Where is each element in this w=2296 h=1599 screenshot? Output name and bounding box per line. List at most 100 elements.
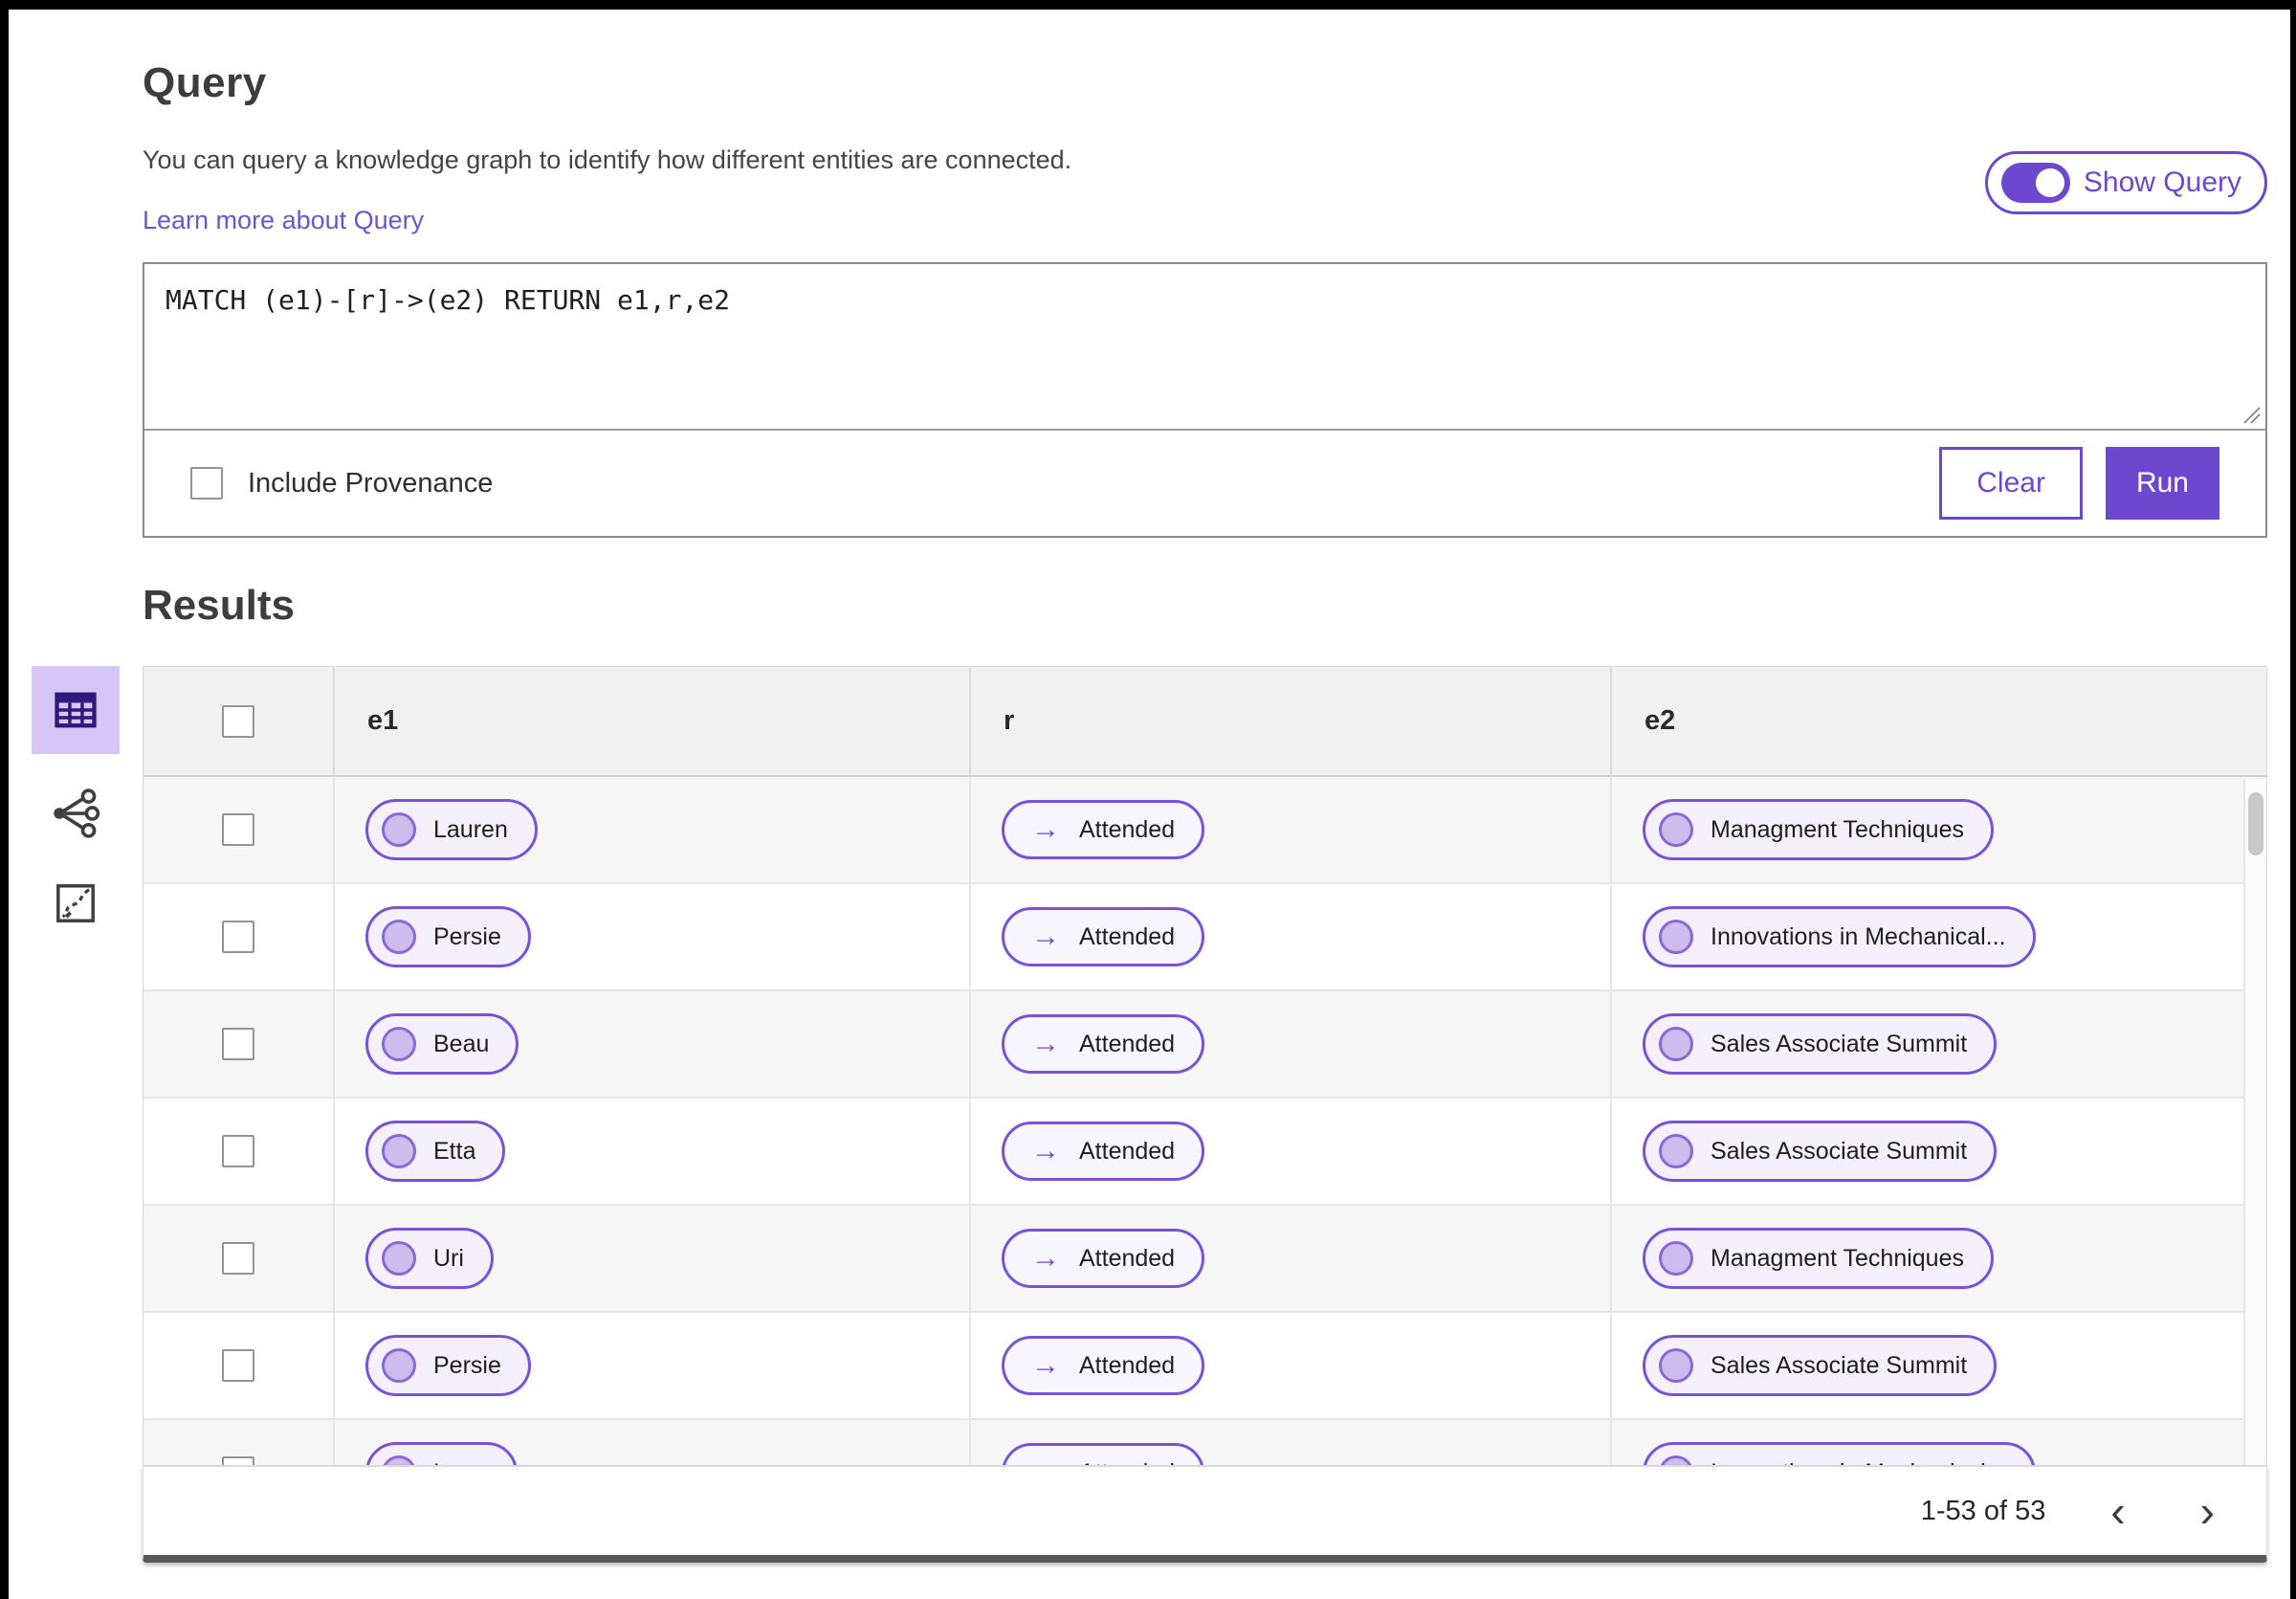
relation-label: Attended (1079, 815, 1176, 843)
query-editor: MATCH (e1)-[r]->(e2) RETURN e1,r,e2 (144, 264, 2265, 431)
show-query-toggle[interactable]: Show Query (1984, 151, 2267, 214)
entity-label: Persie (433, 922, 501, 950)
select-all-checkbox[interactable] (222, 704, 254, 738)
relation-pill[interactable]: → Attended (1002, 1229, 1205, 1288)
entity-label: Innovations in Mechanical... (1711, 922, 2006, 950)
entity-pill[interactable]: Etta (365, 1121, 506, 1182)
entity-label: Sales Associate Summit (1711, 1351, 1968, 1379)
table-row: Beau → Attended Sales Associate Summit (144, 991, 2266, 1099)
arrow-right-icon: → (1031, 1242, 1060, 1274)
row-checkbox[interactable] (222, 1028, 254, 1060)
relation-label: Attended (1079, 1244, 1176, 1272)
toggle-knob (2035, 168, 2064, 197)
learn-more-link[interactable]: Learn more about Query (143, 206, 424, 235)
row-checkbox[interactable] (222, 1135, 254, 1167)
entity-label: Etta (433, 1137, 476, 1165)
run-button[interactable]: Run (2105, 447, 2219, 520)
table-row: Persie → Attended Innovations in Mechanic… (144, 884, 2266, 991)
entity-node-icon (1659, 1027, 1693, 1061)
entity-node-icon (382, 1027, 416, 1061)
entity-label: Persie (433, 1351, 501, 1379)
entity-label: Managment Techniques (1711, 1244, 1964, 1272)
table-row: Persie → Attended Sales Associate Summit (144, 1313, 2266, 1420)
entity-node-icon (1659, 812, 1693, 847)
entity-pill[interactable]: Sales Associate Summit (1643, 1013, 1998, 1075)
table-icon (55, 692, 97, 728)
entity-label: Sales Associate Summit (1711, 1137, 1968, 1165)
row-checkbox[interactable] (222, 1456, 254, 1465)
entity-node-icon (382, 1348, 416, 1383)
entity-pill[interactable]: Innovations in Mechanical... (1643, 906, 2036, 967)
entity-label: Sales Associate Summit (1711, 1030, 1968, 1057)
chevron-right-icon[interactable]: › (2191, 1489, 2224, 1533)
entity-pill[interactable]: Innovations in Mechanical... (1643, 1442, 2036, 1465)
include-provenance-checkbox[interactable] (190, 467, 223, 500)
graph-view-button[interactable] (32, 783, 120, 844)
query-page: Query You can query a knowledge graph to… (0, 0, 2296, 1599)
table-row: Uri → Attended Managment Techniques (144, 1206, 2266, 1313)
arrow-right-icon: → (1031, 1349, 1060, 1381)
table-row: Etta → Attended Sales Associate Summit (144, 1099, 2266, 1206)
relation-label: Attended (1079, 1351, 1176, 1379)
relation-pill[interactable]: → Attended (1002, 1336, 1205, 1395)
graph-icon (54, 788, 100, 838)
entity-node-icon (382, 1455, 416, 1465)
arrow-right-icon: → (1031, 1135, 1060, 1166)
row-checkbox[interactable] (222, 1349, 254, 1382)
relation-pill[interactable]: → Attended (1002, 907, 1205, 966)
arrow-right-icon: → (1031, 921, 1060, 952)
table-header-row: e1 r e2 (144, 667, 2266, 777)
table-row: Larry →Attended Innovations in Mechanica… (144, 1420, 2266, 1465)
map-view-button[interactable] (32, 873, 120, 934)
vertical-scrollbar[interactable] (2243, 779, 2266, 1465)
entity-label: Uri (433, 1244, 464, 1272)
entity-label: Managment Techniques (1711, 815, 1964, 843)
results-table: e1 r e2 Lauren → Attended Managment Techn… (143, 666, 2267, 1563)
entity-node-icon (382, 1134, 416, 1168)
row-checkbox[interactable] (222, 1242, 254, 1275)
view-switcher-rail (9, 666, 143, 1563)
page-title: Query (143, 59, 267, 106)
query-panel: MATCH (e1)-[r]->(e2) RETURN e1,r,e2 Incl… (143, 262, 2267, 538)
relation-pill[interactable]: → Attended (1002, 1122, 1205, 1181)
entity-pill[interactable]: Larry (365, 1442, 518, 1465)
table-row: Lauren → Attended Managment Techniques (144, 777, 2266, 884)
entity-pill[interactable]: Persie (365, 1335, 531, 1396)
relation-label: Attended (1079, 1137, 1176, 1165)
entity-node-icon (382, 920, 416, 954)
table-view-button[interactable] (32, 666, 120, 754)
row-checkbox[interactable] (222, 921, 254, 953)
entity-pill[interactable]: Persie (365, 906, 531, 967)
relation-pill[interactable]: →Attended (1002, 1014, 1205, 1074)
query-input[interactable]: MATCH (e1)-[r]->(e2) RETURN e1,r,e2 (144, 264, 2265, 429)
scrollbar-thumb[interactable] (2248, 792, 2263, 855)
chevron-left-icon[interactable]: ‹ (2101, 1489, 2134, 1533)
resize-handle-icon[interactable] (2241, 404, 2262, 425)
entity-pill[interactable]: Managment Techniques (1643, 1228, 1994, 1289)
entity-pill[interactable]: Lauren (365, 799, 538, 860)
entity-node-icon (1659, 1455, 1693, 1465)
entity-node-icon (382, 812, 416, 847)
entity-pill[interactable]: Managment Techniques (1643, 799, 1994, 860)
arrow-right-icon: → (1031, 1458, 1060, 1466)
clear-button[interactable]: Clear (1939, 447, 2083, 520)
entity-pill[interactable]: Sales Associate Summit (1643, 1121, 1998, 1182)
show-query-label: Show Query (2083, 167, 2241, 198)
results-table-viewport: e1 r e2 Lauren → Attended Managment Techn… (143, 666, 2267, 1465)
entity-pill[interactable]: Sales Associate Summit (1643, 1335, 1998, 1396)
entity-pill[interactable]: Beau (365, 1013, 519, 1075)
entity-pill[interactable]: Uri (365, 1228, 494, 1289)
relation-label: Attended (1079, 1030, 1176, 1057)
relation-pill[interactable]: → Attended (1002, 800, 1205, 859)
entity-node-icon (1659, 920, 1693, 954)
relation-label: Attended (1079, 922, 1176, 950)
relation-pill[interactable]: →Attended (1002, 1443, 1205, 1466)
arrow-right-icon: → (1031, 813, 1060, 845)
column-header-e2: e2 (1645, 705, 1676, 736)
entity-node-icon (382, 1241, 416, 1276)
toggle-on-icon[interactable] (2000, 163, 2070, 203)
row-checkbox[interactable] (222, 813, 254, 846)
query-panel-footer: Include Provenance Clear Run (144, 431, 2265, 536)
entity-node-icon (1659, 1348, 1693, 1383)
results-title: Results (143, 582, 295, 629)
